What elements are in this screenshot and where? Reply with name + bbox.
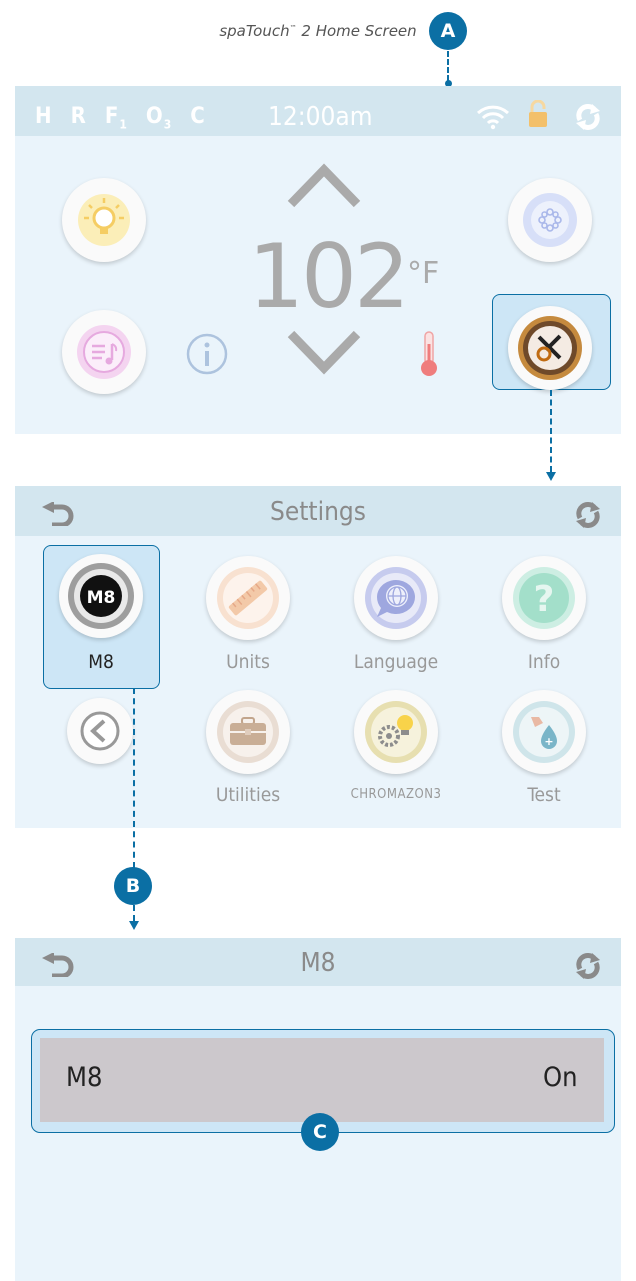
question-icon: ? <box>513 567 575 629</box>
status-o: O3 <box>145 104 173 132</box>
globe-chat-icon <box>365 567 427 629</box>
connector-m8-arrow <box>129 921 139 930</box>
connector-m8-line-bottom <box>133 905 135 921</box>
jets-button[interactable] <box>508 178 592 262</box>
language-tile-label: Language <box>353 651 439 673</box>
caption-tm: ™ <box>289 24 297 32</box>
utilities-tile-label: Utilities <box>215 784 281 806</box>
units-tile-label: Units <box>226 651 270 673</box>
m8-title: M8 <box>300 948 336 978</box>
settings-title: Settings <box>270 497 366 527</box>
music-icon <box>77 325 131 379</box>
jets-icon <box>523 193 577 247</box>
connector-m8-line-top <box>133 688 135 868</box>
units-tile-button[interactable] <box>206 556 290 640</box>
wifi-icon <box>476 105 510 130</box>
svg-text:?: ? <box>534 579 555 620</box>
refresh-icon[interactable] <box>574 104 602 130</box>
m8-tile-button[interactable]: M8 <box>59 554 143 638</box>
status-f: F1 <box>104 104 128 132</box>
ruler-icon <box>217 567 279 629</box>
m8-tile-label: M8 <box>88 651 114 673</box>
temperature-value: 102 <box>248 225 410 328</box>
m8-setting-row[interactable] <box>40 1038 604 1122</box>
m8-badge-icon: M8 <box>68 563 134 629</box>
info-tile-label: Info <box>527 651 561 673</box>
temp-up-icon[interactable] <box>287 162 361 208</box>
info-icon[interactable] <box>185 332 229 376</box>
lock-icon[interactable] <box>528 100 548 128</box>
marker-c: C <box>301 1113 339 1151</box>
temperature-unit: °F <box>407 256 440 291</box>
svg-text:+: + <box>544 735 553 748</box>
test-drop-icon: + <box>513 701 575 763</box>
status-indicators: H R F1 O3 C <box>35 104 224 131</box>
caption-rest: 2 Home Screen <box>296 22 417 40</box>
screen-caption: spaTouch™ 2 Home Screen <box>0 22 636 40</box>
refresh-icon[interactable] <box>574 502 602 528</box>
chromazon3-tile-button[interactable] <box>354 690 438 774</box>
marker-a: A <box>429 12 467 50</box>
connector-settings-line <box>550 390 552 472</box>
temp-down-icon[interactable] <box>287 330 361 376</box>
test-tile-button[interactable]: + <box>502 690 586 774</box>
audio-button[interactable] <box>62 310 146 394</box>
status-c: C <box>190 104 206 129</box>
marker-b: B <box>114 867 152 905</box>
chevron-left-icon <box>80 711 120 751</box>
settings-button[interactable] <box>508 306 592 390</box>
thermometer-icon <box>421 331 437 376</box>
gear-bulb-icon <box>365 701 427 763</box>
language-tile-button[interactable] <box>354 556 438 640</box>
utilities-tile-button[interactable] <box>206 690 290 774</box>
chromazon3-tile-label: CHROMAZON3 <box>350 787 442 802</box>
light-button[interactable] <box>62 178 146 262</box>
settings-tools-icon <box>518 316 582 380</box>
marker-a-line <box>447 51 449 81</box>
previous-page-button[interactable] <box>67 698 133 764</box>
clock: 12:00am <box>268 102 373 132</box>
status-r: R <box>70 104 87 129</box>
m8-row-value[interactable]: On <box>543 1062 578 1093</box>
info-tile-button[interactable]: ? <box>502 556 586 640</box>
caption-text: spaTouch <box>219 22 290 40</box>
lightbulb-icon <box>78 194 130 246</box>
connector-settings-arrow <box>546 472 556 481</box>
m8-badge-text: M8 <box>87 588 116 608</box>
toolbox-icon <box>217 701 279 763</box>
status-h: H <box>35 104 53 129</box>
refresh-icon[interactable] <box>574 953 602 979</box>
test-tile-label: Test <box>527 784 561 806</box>
m8-row-label: M8 <box>66 1062 103 1093</box>
